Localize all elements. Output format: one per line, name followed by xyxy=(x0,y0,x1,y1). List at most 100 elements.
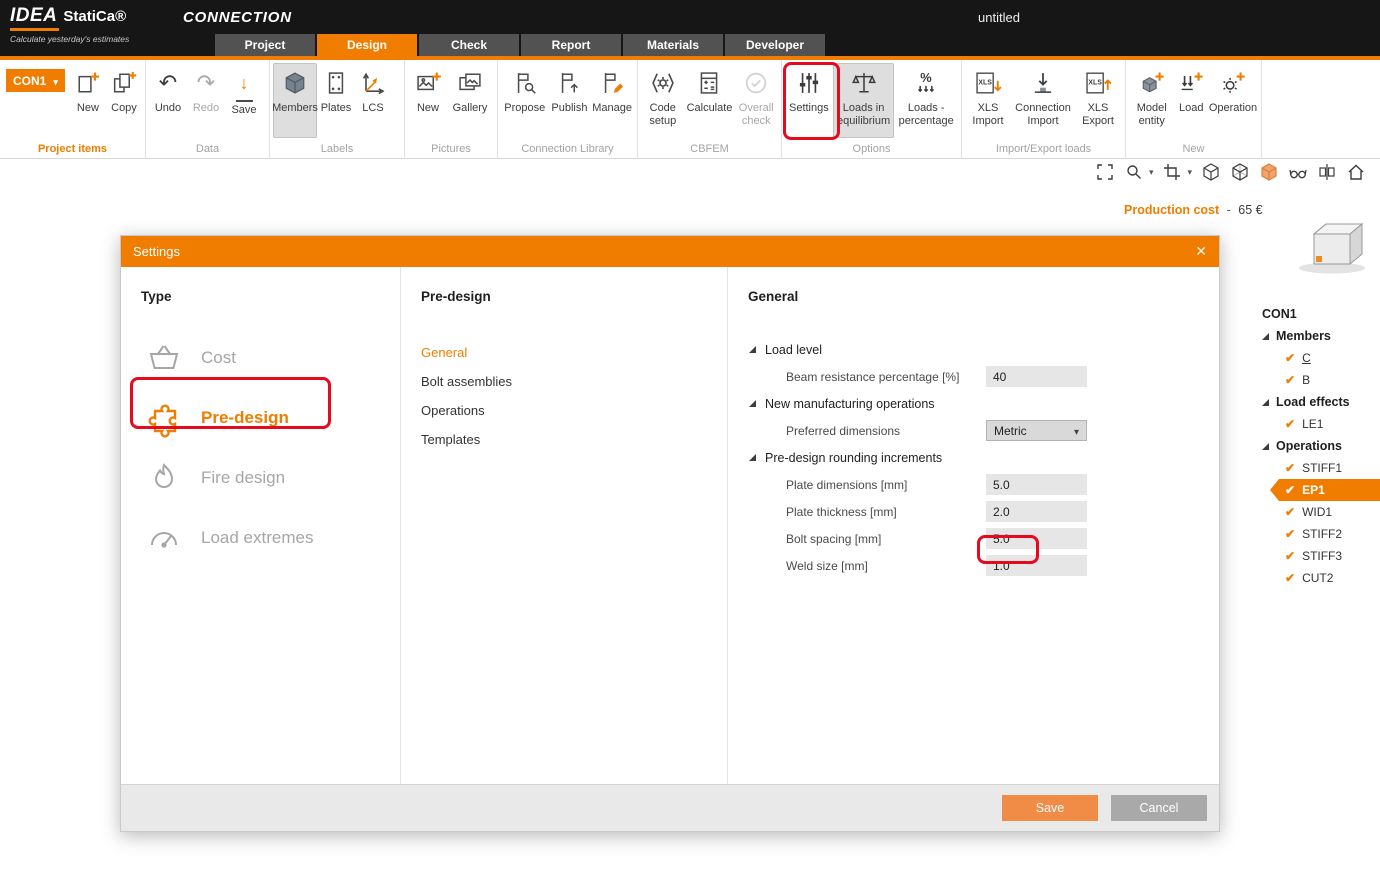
model-entity-button[interactable]: Model entity xyxy=(1129,63,1174,138)
tree-item-stiff1[interactable]: STIFF1 xyxy=(1255,457,1380,479)
type-item-fire-design[interactable]: Fire design xyxy=(141,448,400,508)
propose-button[interactable]: Propose xyxy=(501,63,549,138)
settings-button[interactable]: Settings xyxy=(785,63,833,138)
nav-item-operations[interactable]: Operations xyxy=(421,396,727,425)
publish-button[interactable]: Publish xyxy=(549,63,591,138)
cube-view-icon[interactable] xyxy=(1201,162,1221,182)
undo-button[interactable]: Undo xyxy=(149,63,187,138)
section-new-manufacturing-operations[interactable]: New manufacturing operations xyxy=(748,390,1219,417)
dialog-body: Type Cost Pre-design xyxy=(121,267,1219,784)
connection-thumbnail[interactable] xyxy=(1286,216,1378,276)
home-view-icon[interactable] xyxy=(1346,162,1366,182)
tree-group-operations[interactable]: Operations xyxy=(1255,435,1380,457)
new-project-item-button[interactable]: New xyxy=(70,63,106,138)
dialog-title-bar[interactable]: Settings ✕ xyxy=(121,236,1219,267)
tab-design[interactable]: Design xyxy=(317,34,417,56)
new-operation-button[interactable]: Operation xyxy=(1208,63,1258,138)
loads-in-equilibrium-button[interactable]: Loads in equilibrium xyxy=(833,63,895,138)
balance-scale-icon xyxy=(849,66,879,100)
type-item-pre-design[interactable]: Pre-design xyxy=(141,388,400,448)
cube-solid-view-icon[interactable] xyxy=(1259,162,1279,182)
tree-item-le1[interactable]: LE1 xyxy=(1255,413,1380,435)
checkbox-checked-icon[interactable] xyxy=(1285,506,1295,518)
preferred-dimensions-select[interactable]: Metric xyxy=(986,420,1087,441)
weld-size-input[interactable] xyxy=(986,555,1087,576)
new-load-button[interactable]: Load xyxy=(1174,63,1208,138)
save-button-ribbon[interactable]: Save xyxy=(225,63,263,138)
overall-check-button[interactable]: Overall check xyxy=(734,63,778,138)
connection-selector[interactable]: CON1 xyxy=(6,69,65,92)
type-item-load-extremes[interactable]: Load extremes xyxy=(141,508,400,568)
checkbox-checked-icon[interactable] xyxy=(1285,572,1295,584)
section-load-level[interactable]: Load level xyxy=(748,336,1219,363)
checkbox-checked-icon[interactable] xyxy=(1285,352,1295,364)
nav-item-general[interactable]: General xyxy=(421,338,727,367)
zoom-icon[interactable] xyxy=(1124,162,1144,182)
calculate-button[interactable]: Calculate xyxy=(685,63,735,138)
tree-item-b[interactable]: B xyxy=(1255,369,1380,391)
button-label: Load xyxy=(1179,102,1203,115)
xls-export-button[interactable]: XLS XLS Export xyxy=(1075,63,1121,138)
gallery-icon xyxy=(456,66,484,100)
xls-import-button[interactable]: XLS XLS Import xyxy=(965,63,1011,138)
glasses-view-icon[interactable] xyxy=(1288,162,1308,182)
tree-group-load-effects[interactable]: Load effects xyxy=(1255,391,1380,413)
checkbox-checked-icon[interactable] xyxy=(1285,462,1295,474)
copy-project-item-button[interactable]: Copy xyxy=(106,63,142,138)
nav-item-bolt-assemblies[interactable]: Bolt assemblies xyxy=(421,367,727,396)
redo-button[interactable]: Redo xyxy=(187,63,225,138)
tree-root-con1[interactable]: CON1 xyxy=(1255,303,1380,325)
lcs-toggle-button[interactable]: LCS xyxy=(355,63,391,138)
close-icon[interactable]: ✕ xyxy=(1195,243,1207,260)
plate-dimensions-input[interactable] xyxy=(986,474,1087,495)
manage-button[interactable]: Manage xyxy=(590,63,634,138)
checkbox-checked-icon[interactable] xyxy=(1285,528,1295,540)
tree-item-cut2[interactable]: CUT2 xyxy=(1255,567,1380,589)
fit-view-icon[interactable] xyxy=(1095,162,1115,182)
save-button[interactable]: Save xyxy=(1002,795,1098,821)
plate-thickness-input[interactable] xyxy=(986,501,1087,522)
beam-resistance-input[interactable] xyxy=(986,366,1087,387)
tree-group-members[interactable]: Members xyxy=(1255,325,1380,347)
tab-check[interactable]: Check xyxy=(419,34,519,56)
code-setup-button[interactable]: Code setup xyxy=(641,63,685,138)
loads-percentage-button[interactable]: % Loads - percentage xyxy=(894,63,958,138)
connection-import-button[interactable]: Connection Import xyxy=(1011,63,1075,138)
button-label: Loads - percentage xyxy=(896,102,956,127)
section-planes-icon[interactable] xyxy=(1317,162,1337,182)
row-preferred-dimensions: Preferred dimensions Metric xyxy=(748,417,1219,444)
collapse-triangle-icon xyxy=(749,454,756,461)
group-caption: Import/Export loads xyxy=(962,143,1125,155)
manage-icon xyxy=(598,66,626,100)
tree-item-c[interactable]: C xyxy=(1255,347,1380,369)
tab-report[interactable]: Report xyxy=(521,34,621,56)
type-item-cost[interactable]: Cost xyxy=(141,328,400,388)
nav-item-templates[interactable]: Templates xyxy=(421,425,727,454)
checkbox-checked-icon[interactable] xyxy=(1285,550,1295,562)
cancel-button[interactable]: Cancel xyxy=(1111,795,1207,821)
bolt-spacing-input[interactable] xyxy=(986,528,1087,549)
checkbox-checked-icon[interactable] xyxy=(1285,484,1295,496)
tree-item-stiff2[interactable]: STIFF2 xyxy=(1255,523,1380,545)
expander-icon[interactable] xyxy=(1262,443,1269,450)
checkbox-checked-icon[interactable] xyxy=(1285,374,1295,386)
clip-view-icon[interactable] xyxy=(1162,162,1182,182)
section-rounding-increments[interactable]: Pre-design rounding increments xyxy=(748,444,1219,471)
tree-item-stiff3[interactable]: STIFF3 xyxy=(1255,545,1380,567)
tab-project[interactable]: Project xyxy=(215,34,315,56)
gallery-button[interactable]: Gallery xyxy=(448,63,492,138)
expander-icon[interactable] xyxy=(1262,399,1269,406)
tree-item-wid1[interactable]: WID1 xyxy=(1255,501,1380,523)
tree-item-ep1-selected[interactable]: EP1 xyxy=(1270,479,1380,501)
tab-developer[interactable]: Developer xyxy=(725,34,825,56)
expander-icon[interactable] xyxy=(1262,333,1269,340)
new-picture-button[interactable]: New xyxy=(408,63,448,138)
clip-options-caret[interactable] xyxy=(1187,167,1192,178)
cube-iso-view-icon[interactable] xyxy=(1230,162,1250,182)
redo-icon xyxy=(197,66,215,100)
plates-toggle-button[interactable]: Plates xyxy=(317,63,355,138)
zoom-options-caret[interactable] xyxy=(1149,167,1154,178)
checkbox-checked-icon[interactable] xyxy=(1285,418,1295,430)
members-toggle-button[interactable]: Members xyxy=(273,63,317,138)
tab-materials[interactable]: Materials xyxy=(623,34,723,56)
